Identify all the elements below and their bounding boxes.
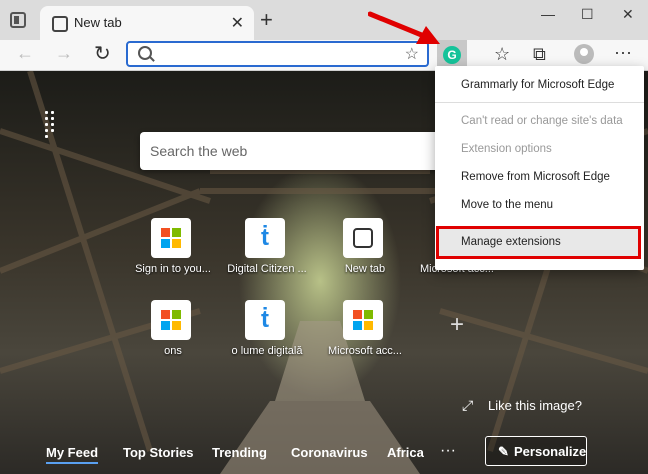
menu-item-grammarly[interactable]: Grammarly for Microsoft Edge — [461, 79, 614, 91]
apps-launcher-icon[interactable] — [45, 111, 61, 138]
red-highlight-annotation — [436, 226, 641, 259]
maximize-button[interactable]: ☐ — [581, 6, 594, 23]
quick-link-tile[interactable]: Sign in to you... — [128, 218, 218, 298]
search-placeholder: Search the web — [150, 143, 248, 159]
reload-button[interactable]: ↻ — [94, 41, 111, 66]
menu-item-move-to-menu[interactable]: Move to the menu — [461, 199, 553, 211]
quick-link-tile[interactable]: ṫ Digital Citizen ... — [222, 218, 312, 298]
tile-label: Microsoft acc... — [328, 345, 402, 357]
menu-item-remove[interactable]: Remove from Microsoft Edge — [461, 171, 610, 183]
menu-item-extension-options: Extension options — [461, 143, 552, 155]
avatar[interactable] — [574, 44, 594, 64]
feed-nav: My Feed Top Stories Trending Coronavirus… — [0, 434, 648, 474]
microsoft-icon — [161, 228, 181, 248]
search-icon — [138, 46, 152, 60]
new-tab-button[interactable]: + — [260, 9, 273, 31]
feed-tab-coronavirus[interactable]: Coronavirus — [291, 445, 368, 460]
quick-link-tile[interactable]: New tab — [320, 218, 410, 298]
expand-icon: ⤢ — [462, 397, 474, 413]
tab-bar: New tab ✕ + — ☐ ✕ — [0, 0, 648, 40]
tab-title: New tab — [74, 15, 122, 30]
microsoft-icon — [161, 310, 181, 330]
feed-more-button[interactable]: ··· — [440, 442, 456, 460]
pencil-icon: ✎ — [498, 444, 509, 459]
tile-label: Sign in to you... — [135, 263, 211, 275]
collections-icon[interactable]: ⧉ — [533, 44, 546, 65]
tab-close-icon[interactable]: ✕ — [231, 13, 244, 33]
quick-link-tile[interactable]: ṫ o lume digitală — [222, 300, 312, 380]
tab-new-tab[interactable]: New tab ✕ — [40, 6, 254, 40]
feed-tab-africa[interactable]: Africa — [387, 445, 424, 460]
personalize-label: Personalize — [514, 444, 587, 459]
new-tab-icon — [353, 228, 373, 248]
tile-label: o lume digitală — [231, 345, 303, 357]
add-site-icon[interactable]: + — [450, 311, 464, 339]
menu-item-site-data: Can't read or change site's data — [461, 115, 623, 127]
quick-link-tile[interactable]: ons — [128, 300, 218, 380]
back-button[interactable]: ← — [16, 43, 34, 64]
new-tab-favicon-icon — [52, 16, 68, 32]
forward-button[interactable]: → — [55, 43, 73, 64]
digital-citizen-icon: ṫ — [261, 306, 269, 333]
minimize-button[interactable]: — — [541, 6, 555, 22]
digital-citizen-icon: ṫ — [261, 224, 269, 251]
microsoft-icon — [353, 310, 373, 330]
personalize-button[interactable]: ✎ Personalize — [485, 436, 587, 466]
menu-divider — [435, 102, 644, 103]
tile-label: Digital Citizen ... — [227, 263, 307, 275]
feed-tab-trending[interactable]: Trending — [212, 445, 267, 460]
feed-tab-top-stories[interactable]: Top Stories — [123, 445, 194, 460]
settings-more-button[interactable]: ··· — [614, 42, 632, 63]
quick-link-tile[interactable]: Microsoft acc... — [320, 300, 410, 380]
tile-label: New tab — [344, 263, 386, 275]
red-arrow-annotation — [368, 11, 440, 44]
workspaces-icon[interactable] — [10, 12, 26, 28]
web-search-box[interactable]: Search the web — [140, 132, 460, 170]
favorites-icon[interactable]: ☆ — [494, 44, 510, 65]
close-window-button[interactable]: ✕ — [622, 6, 634, 23]
feed-tab-my-feed[interactable]: My Feed — [46, 445, 99, 464]
tile-label: ons — [164, 345, 182, 357]
